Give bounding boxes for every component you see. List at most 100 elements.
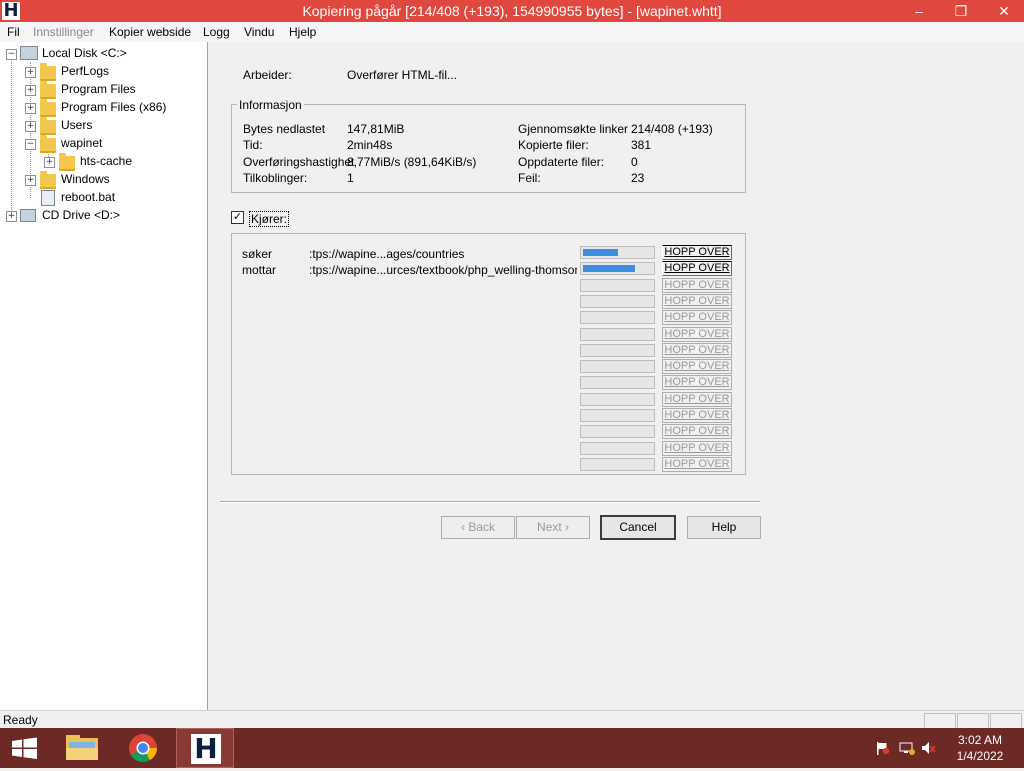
tree-item-program-files[interactable]: Program Files — [61, 80, 136, 98]
connections-label: Tilkoblinger: — [243, 171, 308, 185]
work-label: Arbeider: — [243, 68, 292, 82]
tree-item-users[interactable]: Users — [61, 116, 92, 134]
transfer-url: :tps://wapine...urces/textbook/php_welli… — [309, 263, 577, 277]
chrome-taskbar-button[interactable] — [114, 728, 172, 768]
skip-button[interactable]: HOPP OVER — [662, 261, 732, 276]
status-bar: Ready — [0, 710, 1024, 729]
skip-button[interactable]: HOPP OVER — [662, 408, 732, 423]
expand-toggle[interactable]: + — [25, 121, 36, 132]
rate-value: 8,77MiB/s (891,64KiB/s) — [347, 155, 477, 169]
folder-icon — [40, 117, 56, 135]
taskbar: H 3:02 AM 1/4/2022 — [0, 728, 1024, 768]
skip-button[interactable]: HOPP OVER — [662, 343, 732, 358]
skip-button[interactable]: HOPP OVER — [662, 294, 732, 309]
tree-item-reboot-bat[interactable]: reboot.bat — [61, 188, 115, 206]
cancel-button[interactable]: Cancel — [600, 515, 676, 540]
clock-date: 1/4/2022 — [956, 749, 1004, 763]
transfer-progress-bar — [580, 360, 655, 373]
transfer-progress-bar — [580, 393, 655, 406]
divider — [220, 501, 760, 503]
tree-item-cd-drive[interactable]: CD Drive <D:> — [42, 206, 120, 224]
links-label: Gjennomsøkte linker — [518, 122, 629, 136]
menu-logg[interactable]: Logg — [203, 25, 230, 39]
skip-button[interactable]: HOPP OVER — [662, 441, 732, 456]
transfer-progress-bar — [580, 311, 655, 324]
errors-value: 23 — [631, 171, 645, 185]
skip-button[interactable]: HOPP OVER — [662, 392, 732, 407]
tree-item-local-disk[interactable]: Local Disk <C:> — [42, 44, 127, 62]
expand-toggle[interactable]: + — [44, 157, 55, 168]
windows-logo-icon — [12, 737, 37, 759]
expand-toggle[interactable]: − — [25, 139, 36, 150]
expand-toggle[interactable]: + — [25, 103, 36, 114]
transfer-progress-bar — [580, 442, 655, 455]
local-disk-icon — [20, 46, 38, 60]
title-bar[interactable]: H Kopiering pågår [214/408 (+193), 15499… — [0, 0, 1024, 22]
menu-hjelp[interactable]: Hjelp — [289, 25, 316, 39]
httrack-icon: H — [191, 734, 221, 764]
menu-fil[interactable]: Fil — [7, 25, 20, 39]
expand-toggle[interactable]: + — [25, 175, 36, 186]
restore-button[interactable]: ❐ — [946, 0, 976, 22]
next-button[interactable]: Next › — [516, 516, 590, 539]
expand-toggle[interactable]: + — [25, 67, 36, 78]
menu-vindu[interactable]: Vindu — [244, 25, 274, 39]
folder-icon — [59, 153, 75, 171]
volume-muted-icon[interactable] — [920, 740, 936, 756]
clock-time: 3:02 AM — [957, 733, 1003, 747]
chrome-icon — [129, 734, 157, 762]
progress-fill — [583, 265, 635, 272]
running-label[interactable]: Kjører: — [249, 211, 289, 227]
minimize-button[interactable]: – — [904, 0, 934, 22]
back-button[interactable]: ‹ Back — [441, 516, 515, 539]
errors-label: Feil: — [518, 171, 541, 185]
transfer-status: mottar — [242, 263, 277, 277]
action-center-flag-icon[interactable] — [874, 740, 890, 756]
tree-item-wapinet[interactable]: wapinet — [61, 134, 102, 152]
tree-item-program-files-x86[interactable]: Program Files (x86) — [61, 98, 166, 116]
skip-button[interactable]: HOPP OVER — [662, 327, 732, 342]
transfer-progress-bar — [580, 328, 655, 341]
menu-kopier-webside[interactable]: Kopier webside — [109, 25, 191, 39]
start-button[interactable] — [0, 728, 50, 768]
file-explorer-icon — [66, 735, 98, 760]
skip-button[interactable]: HOPP OVER — [662, 310, 732, 325]
tree-item-hts-cache[interactable]: hts-cache — [80, 152, 132, 170]
menu-innstillinger[interactable]: Innstillinger — [33, 25, 94, 39]
progress-panel: Arbeider: Overfører HTML-fil... Informas… — [208, 42, 1024, 710]
folder-icon — [40, 135, 56, 153]
copied-value: 381 — [631, 138, 652, 152]
transfer-progress-bar — [580, 409, 655, 422]
network-icon[interactable] — [898, 740, 916, 756]
rate-label: Overføringshastighet — [243, 155, 355, 169]
skip-button[interactable]: HOPP OVER — [662, 457, 732, 472]
clock[interactable]: 3:02 AM 1/4/2022 — [948, 728, 1012, 768]
httrack-taskbar-button[interactable]: H — [176, 728, 234, 768]
window-title: Kopiering pågår [214/408 (+193), 1549909… — [302, 3, 722, 19]
help-button[interactable]: Help — [687, 516, 761, 539]
running-checkbox[interactable]: ✓ — [231, 211, 244, 224]
updated-value: 0 — [631, 155, 638, 169]
close-button[interactable]: ✕ — [984, 0, 1024, 22]
batch-file-icon — [41, 190, 55, 206]
tree-item-windows[interactable]: Windows — [61, 170, 110, 188]
tree-item-perflogs[interactable]: PerfLogs — [61, 62, 109, 80]
status-text: Ready — [3, 713, 38, 727]
skip-button[interactable]: HOPP OVER — [662, 359, 732, 374]
folder-icon — [40, 81, 56, 99]
skip-button[interactable]: HOPP OVER — [662, 375, 732, 390]
status-panel — [990, 713, 1022, 729]
info-group-title: Informasjon — [237, 98, 304, 112]
progress-fill — [583, 249, 618, 256]
file-explorer-taskbar-button[interactable] — [54, 728, 112, 768]
time-label: Tid: — [243, 138, 263, 152]
transfer-progress-bar — [580, 458, 655, 471]
work-value: Overfører HTML-fil... — [347, 68, 457, 82]
expand-toggle[interactable]: + — [25, 85, 36, 96]
expand-toggle[interactable]: − — [6, 49, 17, 60]
expand-toggle[interactable]: + — [6, 211, 17, 222]
skip-button[interactable]: HOPP OVER — [662, 424, 732, 439]
skip-button[interactable]: HOPP OVER — [662, 245, 732, 260]
skip-button[interactable]: HOPP OVER — [662, 278, 732, 293]
transfer-progress-bar — [580, 246, 655, 259]
